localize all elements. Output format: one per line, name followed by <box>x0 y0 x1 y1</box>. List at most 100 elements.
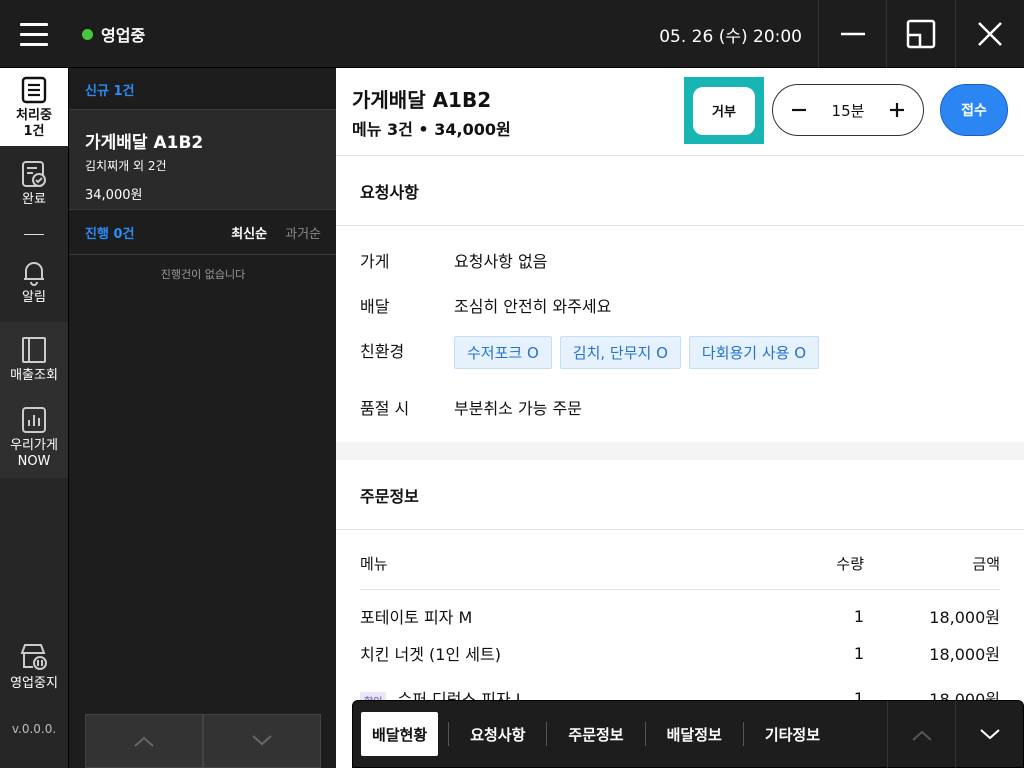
table-row: 포테이토 피자 M 1 18,000원 <box>360 604 1000 628</box>
prep-time-value: 15분 <box>831 101 865 120</box>
rail-item-done[interactable]: 완료 <box>0 160 68 216</box>
eco-row: 친환경 수저포크 O 김치, 단무지 O 다회용기 사용 O <box>360 336 827 369</box>
requests-section-title: 요청사항 <box>336 156 1024 226</box>
detail-header: 가게배달 A1B2 메뉴 3건 • 34,000원 거부 15분 접수 <box>336 68 1024 156</box>
section-tab-bar: 배달현황 요청사항 주문정보 배달정보 기타정보 <box>352 700 1024 768</box>
minimize-button[interactable] <box>818 0 886 68</box>
store-status[interactable]: 영업중 <box>82 22 145 46</box>
sort-oldest-button[interactable]: 과거순 <box>285 223 321 242</box>
accept-button[interactable]: 접수 <box>940 84 1008 136</box>
rail-item-processing[interactable]: 처리중 1건 <box>0 68 68 146</box>
empty-message: 진행건이 없습니다 <box>160 268 246 281</box>
restore-icon <box>906 19 935 49</box>
store-pause-icon <box>20 644 47 670</box>
section-divider <box>69 254 337 255</box>
rail-sub-label: NOW <box>17 454 51 469</box>
tab-delivery-status[interactable]: 배달현황 <box>361 712 439 756</box>
tab-separator <box>448 722 450 746</box>
bell-icon <box>24 262 44 286</box>
rail-label: 알림 <box>22 290 46 305</box>
chevron-down-icon <box>979 729 1000 740</box>
qty-column-header: 수량 <box>836 555 864 573</box>
amount-column-header: 금액 <box>972 555 1000 573</box>
order-detail-panel: 가게배달 A1B2 메뉴 3건 • 34,000원 거부 15분 접수 요청사항… <box>336 68 1024 768</box>
order-items: 김치찌개 외 2건 <box>85 159 167 173</box>
request-row: 배달 조심히 안전히 와주세요 <box>360 293 611 317</box>
menu-qty: 1 <box>853 643 864 663</box>
status-label: 영업중 <box>101 26 146 45</box>
menu-amount: 18,000원 <box>929 645 1000 664</box>
eco-chip: 다회용기 사용 O <box>688 336 820 369</box>
rail-divider <box>24 234 44 235</box>
progress-orders-title: 진행 0건 <box>85 226 135 242</box>
top-bar: 영업중 05. 26 (수) 20:00 <box>0 0 1024 68</box>
rail-item-store-now[interactable]: 우리가게 NOW <box>0 406 68 476</box>
date-time: 05. 26 (수) 20:00 <box>659 27 802 47</box>
tab-delivery-info[interactable]: 배달정보 <box>656 712 733 756</box>
status-dot-icon <box>82 28 93 40</box>
reject-highlight: 거부 <box>684 77 764 144</box>
tab-separator <box>742 722 744 746</box>
restore-button[interactable] <box>886 0 954 68</box>
new-orders-title: 신규 1건 <box>85 83 135 99</box>
request-value: 요청사항 없음 <box>454 252 548 271</box>
rail-label: 처리중 <box>16 108 52 123</box>
tab-scroll-down-button[interactable] <box>955 701 1023 768</box>
rail-item-pause-store[interactable]: 영업중지 <box>0 642 68 698</box>
order-info-section-title: 주문정보 <box>336 460 1024 530</box>
menu-qty: 1 <box>853 606 864 626</box>
rail-label: 영업중지 <box>10 676 58 691</box>
minus-icon[interactable] <box>789 100 809 120</box>
sort-latest-button[interactable]: 최신순 <box>231 223 267 242</box>
chevron-down-icon <box>252 735 272 746</box>
bar-chart-icon <box>22 407 46 433</box>
tab-order-info[interactable]: 주문정보 <box>557 712 634 756</box>
request-row: 가게 요청사항 없음 <box>360 248 547 272</box>
order-total: 34,000원 <box>85 188 143 203</box>
detail-subtitle: 메뉴 3건 • 34,000원 <box>352 120 511 139</box>
rail-item-sales[interactable]: 매출조회 <box>0 336 68 392</box>
menu-amount: 18,000원 <box>929 608 1000 627</box>
rail-count: 1건 <box>23 124 45 139</box>
rail-label: 우리가게 <box>10 438 58 453</box>
scroll-up-button[interactable] <box>85 714 203 768</box>
new-orders-header: 신규 1건 <box>69 68 337 110</box>
request-label: 배달 <box>360 297 390 316</box>
ledger-icon <box>22 337 46 363</box>
prep-time-stepper: 15분 <box>772 84 924 136</box>
detail-title: 가게배달 A1B2 <box>352 88 492 112</box>
request-row: 품절 시 부분취소 가능 주문 <box>360 395 582 419</box>
tab-requests[interactable]: 요청사항 <box>459 712 536 756</box>
table-row: 치킨 너겟 (1인 세트) 1 18,000원 <box>360 641 1000 665</box>
tab-other-info[interactable]: 기타정보 <box>754 712 831 756</box>
check-document-icon <box>22 161 46 187</box>
nav-rail: 처리중 1건 완료 알림 매출조회 우리가게 NOW 영업중지 v.0.0.0. <box>0 68 68 768</box>
tab-scroll-up-button[interactable] <box>887 701 955 768</box>
rail-item-alerts[interactable]: 알림 <box>0 258 68 314</box>
menu-name: 포테이토 피자 M <box>360 608 473 627</box>
document-icon <box>21 76 47 104</box>
scroll-down-button[interactable] <box>203 714 321 768</box>
order-table-header: 메뉴 수량 금액 <box>360 538 1000 590</box>
plus-icon[interactable] <box>887 100 907 120</box>
request-value: 부분취소 가능 주문 <box>454 399 582 418</box>
close-icon <box>977 22 1002 46</box>
progress-orders-header: 진행 0건 최신순 과거순 <box>69 210 337 254</box>
section-gap <box>336 442 1024 460</box>
minimize-icon <box>840 32 865 36</box>
eco-chip: 김치, 단무지 O <box>559 336 681 369</box>
tab-separator <box>546 722 548 746</box>
menu-icon[interactable] <box>0 0 68 68</box>
close-button[interactable] <box>955 0 1023 68</box>
tab-separator <box>644 722 646 746</box>
order-store-name: 가게배달 A1B2 <box>85 133 204 153</box>
rail-label: 완료 <box>22 192 46 207</box>
chevron-up-icon <box>134 736 154 747</box>
request-label: 품절 시 <box>360 399 410 418</box>
reject-button[interactable]: 거부 <box>693 86 755 135</box>
eco-chip: 수저포크 O <box>454 336 552 369</box>
request-label: 가게 <box>360 252 390 271</box>
order-card[interactable]: 가게배달 A1B2 김치찌개 외 2건 34,000원 <box>69 109 337 210</box>
request-value: 조심히 안전히 와주세요 <box>454 297 612 316</box>
orders-column: 신규 1건 가게배달 A1B2 김치찌개 외 2건 34,000원 진행 0건 … <box>68 68 337 768</box>
